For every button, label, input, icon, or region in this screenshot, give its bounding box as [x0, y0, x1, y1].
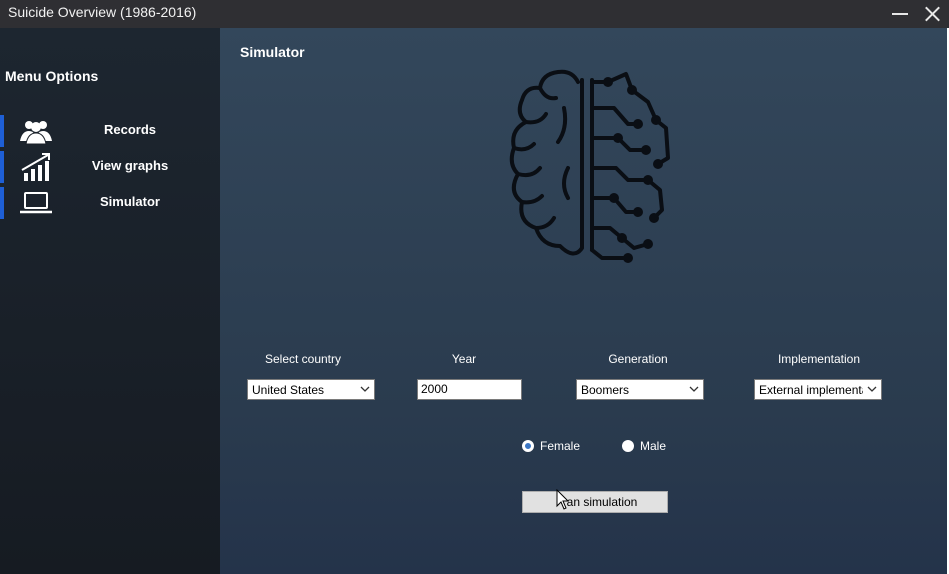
generation-label: Generation	[608, 352, 668, 366]
active-indicator	[0, 115, 4, 147]
sidebar: Menu Options Records View graphs Simulat…	[0, 28, 220, 574]
active-indicator	[0, 187, 4, 219]
year-label: Year	[451, 352, 477, 366]
menu-title: Menu Options	[5, 68, 99, 84]
sidebar-item-view-graphs[interactable]: View graphs	[0, 151, 220, 183]
chevron-down-icon	[360, 386, 370, 392]
radio-unselected-icon	[622, 440, 634, 452]
implementation-value: External implementat	[759, 383, 863, 397]
chevron-down-icon	[689, 386, 699, 392]
male-label: Male	[640, 439, 667, 453]
implementation-select[interactable]: External implementat	[754, 379, 882, 400]
mouse-cursor-icon	[556, 489, 570, 510]
page-title: Simulator	[240, 44, 305, 60]
implementation-label: Implementation	[777, 352, 861, 366]
minimize-icon[interactable]	[885, 0, 915, 28]
country-label: Select country	[264, 352, 342, 366]
country-select[interactable]: United States	[247, 379, 375, 400]
close-icon[interactable]	[917, 0, 947, 28]
chart-icon	[21, 153, 50, 181]
sidebar-item-records[interactable]: Records	[0, 115, 220, 147]
window-title: Suicide Overview (1986-2016)	[8, 4, 197, 20]
year-input[interactable]: 2000	[417, 379, 522, 400]
main-panel: Simulator Select country United States Y…	[220, 28, 947, 574]
chevron-down-icon	[867, 386, 877, 392]
laptop-icon	[20, 192, 52, 214]
sidebar-item-label: Records	[103, 122, 157, 137]
generation-value: Boomers	[581, 383, 630, 397]
run-simulation-button[interactable]: an simulation	[522, 491, 668, 513]
country-value: United States	[252, 383, 325, 397]
female-label: Female	[540, 439, 581, 453]
radio-selected-icon	[522, 440, 534, 452]
sidebar-item-label: View graphs	[91, 158, 169, 173]
sidebar-item-label: Simulator	[100, 194, 160, 209]
title-bar: Suicide Overview (1986-2016)	[0, 0, 949, 28]
generation-select[interactable]: Boomers	[576, 379, 704, 400]
sidebar-item-simulator[interactable]: Simulator	[0, 187, 220, 219]
active-indicator	[0, 151, 4, 183]
users-icon	[20, 121, 52, 145]
brain-icon	[509, 69, 670, 263]
